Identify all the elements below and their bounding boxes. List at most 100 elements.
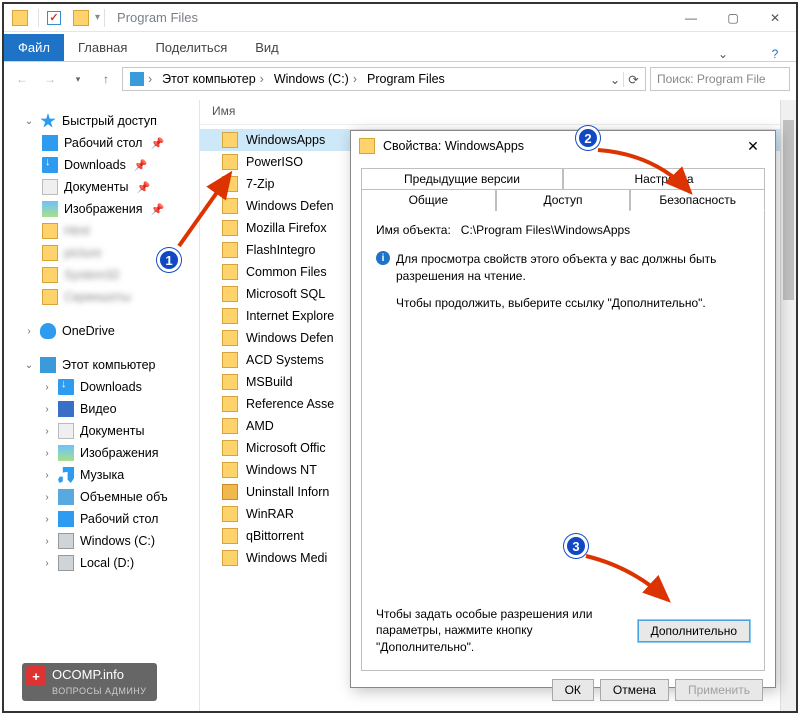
expand-icon[interactable]: ›: [42, 382, 52, 393]
sidebar-this-pc[interactable]: ⌄ Этот компьютер: [4, 354, 199, 376]
minimize-button[interactable]: —: [670, 4, 712, 32]
sidebar-item[interactable]: ›Объемные объ: [4, 486, 199, 508]
dialog-close-button[interactable]: ✕: [739, 138, 767, 155]
column-name[interactable]: Имя: [212, 104, 235, 118]
sidebar-item-label: Изображения: [80, 446, 159, 460]
folder-icon: [222, 550, 238, 566]
sidebar-item-label: Downloads: [64, 158, 126, 172]
qat-dropdown-icon[interactable]: ▾: [95, 12, 100, 23]
nav-back-button[interactable]: ←: [10, 67, 34, 91]
list-item-label: Windows Defen: [246, 331, 334, 345]
dialog-titlebar: Свойства: WindowsApps ✕: [351, 131, 775, 161]
tab-view[interactable]: Вид: [241, 34, 293, 61]
expand-icon[interactable]: ›: [42, 426, 52, 437]
qat-checkbox-icon[interactable]: ✓: [47, 11, 61, 25]
explorer-window: ✓ ▾ Program Files — ▢ ✕ Файл Главная Под…: [2, 2, 798, 713]
expand-icon[interactable]: ›: [42, 514, 52, 525]
sidebar-onedrive[interactable]: › OneDrive: [4, 320, 199, 342]
apply-button[interactable]: Применить: [675, 679, 763, 701]
sidebar-item[interactable]: ›Музыка: [4, 464, 199, 486]
nav-history-button[interactable]: ▾: [66, 67, 90, 91]
folder-icon: [222, 352, 238, 368]
pin-icon: 📌: [134, 159, 148, 172]
sidebar-item[interactable]: ›Документы: [4, 420, 199, 442]
ribbon-expand-icon[interactable]: ⌄: [712, 47, 734, 61]
tab-previous-versions[interactable]: Предыдущие версии: [361, 168, 563, 189]
column-headers[interactable]: Имя: [200, 100, 796, 125]
object-path: C:\Program Files\WindowsApps: [461, 223, 630, 237]
watermark-sub: ВОПРОСЫ АДМИНУ: [52, 686, 147, 696]
star-icon: [40, 113, 56, 129]
breadcrumb-seg[interactable]: Этот компьютер: [162, 72, 255, 86]
sidebar-item[interactable]: Скриншоты: [4, 286, 199, 308]
expand-icon[interactable]: ›: [42, 470, 52, 481]
expand-icon[interactable]: ›: [24, 326, 34, 337]
expand-icon[interactable]: ›: [42, 404, 52, 415]
tab-home[interactable]: Главная: [64, 34, 141, 61]
tab-file[interactable]: Файл: [4, 34, 64, 61]
sidebar-quick-access[interactable]: ⌄Быстрый доступ: [4, 110, 199, 132]
sidebar-item[interactable]: Документы📌: [4, 176, 199, 198]
breadcrumb-seg[interactable]: Windows (C:): [274, 72, 349, 86]
nav-forward-button[interactable]: →: [38, 67, 62, 91]
pc-icon: [130, 72, 144, 86]
separator: [104, 9, 105, 27]
sidebar-item[interactable]: Html: [4, 220, 199, 242]
help-icon[interactable]: ?: [764, 47, 786, 61]
sidebar-item[interactable]: Рабочий стол📌: [4, 132, 199, 154]
maximize-button[interactable]: ▢: [712, 4, 754, 32]
img-icon: [42, 201, 58, 217]
sidebar-item-label: System32: [64, 268, 120, 282]
folder-icon: [222, 484, 238, 500]
tab-general[interactable]: Общие: [361, 189, 496, 211]
sidebar-item-label: Html: [64, 224, 90, 238]
sidebar-item[interactable]: ›Local (D:): [4, 552, 199, 574]
sidebar-item-label: Скриншоты: [64, 290, 131, 304]
qat-folder-icon[interactable]: [73, 10, 89, 26]
watermark-brand: OCOMP.info: [52, 667, 124, 682]
sidebar-item[interactable]: ›Downloads: [4, 376, 199, 398]
expand-icon[interactable]: ›: [42, 492, 52, 503]
folder-icon: [222, 374, 238, 390]
expand-icon[interactable]: ›: [42, 536, 52, 547]
advanced-button[interactable]: Дополнительно: [638, 620, 750, 642]
close-button[interactable]: ✕: [754, 4, 796, 32]
sidebar-item[interactable]: Downloads 📌: [4, 154, 199, 176]
sidebar-item[interactable]: ›Рабочий стол: [4, 508, 199, 530]
sidebar-item[interactable]: › Изображения: [4, 442, 199, 464]
sidebar-item-label: Видео: [80, 402, 117, 416]
list-item-label: 7-Zip: [246, 177, 274, 191]
drive-icon: [58, 555, 74, 571]
list-item-label: AMD: [246, 419, 274, 433]
refresh-icon[interactable]: ⟳: [623, 72, 643, 87]
tab-security[interactable]: Безопасность: [630, 189, 765, 211]
expand-icon[interactable]: ⌄: [24, 116, 34, 127]
tab-sharing[interactable]: Доступ: [496, 189, 631, 211]
expand-icon[interactable]: ⌄: [24, 360, 34, 371]
sidebar-item[interactable]: ›Windows (C:): [4, 530, 199, 552]
sidebar-item[interactable]: › Видео: [4, 398, 199, 420]
cancel-button[interactable]: Отмена: [600, 679, 669, 701]
tab-share[interactable]: Поделиться: [141, 34, 241, 61]
folder-icon: [222, 132, 238, 148]
list-item-label: PowerISO: [246, 155, 303, 169]
scrollbar-thumb[interactable]: [783, 120, 794, 300]
scrollbar[interactable]: [780, 100, 796, 711]
address-dropdown-icon[interactable]: ⌄: [607, 72, 623, 87]
mus-icon: [58, 467, 74, 483]
expand-icon[interactable]: ›: [42, 558, 52, 569]
address-bar[interactable]: › Этот компьютер› Windows (C:)› Program …: [122, 67, 646, 91]
ok-button[interactable]: ОК: [552, 679, 594, 701]
search-input[interactable]: Поиск: Program File: [650, 67, 790, 91]
nav-up-button[interactable]: ↑: [94, 67, 118, 91]
sidebar-label: Этот компьютер: [62, 358, 155, 372]
list-item-label: Windows Medi: [246, 551, 327, 565]
expand-icon[interactable]: ›: [42, 448, 52, 459]
sidebar-item[interactable]: Изображения📌: [4, 198, 199, 220]
list-item-label: WindowsApps: [246, 133, 325, 147]
callout-badge-1: 1: [157, 248, 181, 272]
breadcrumb-seg[interactable]: Program Files: [367, 72, 445, 86]
tab-customize[interactable]: Настройка: [563, 168, 765, 189]
dialog-footer: ОК Отмена Применить: [351, 671, 775, 709]
sidebar-label: OneDrive: [62, 324, 115, 338]
